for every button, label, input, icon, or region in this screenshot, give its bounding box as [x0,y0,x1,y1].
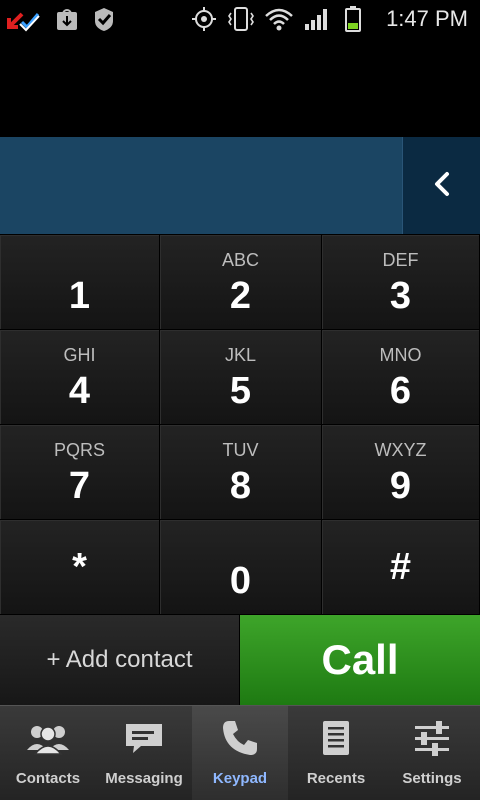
task-check-icon [90,6,118,32]
key-letters: JKL [224,345,257,365]
key-letters: PQRS [53,440,105,460]
key-digit: * [72,546,87,588]
gps-icon [190,6,218,32]
contacts-icon [24,718,72,758]
add-contact-button[interactable]: + Add contact [0,615,240,705]
tab-label: Recents [306,770,366,787]
tab-label: Contacts [15,770,81,787]
recents-list-icon [312,718,360,758]
key-8[interactable]: TUV 8 [160,425,322,520]
phone-icon [216,718,264,758]
tab-label: Messaging [105,770,183,787]
status-bar: 1:47 PM [0,0,480,38]
signal-icon [302,6,332,32]
messaging-icon [120,718,168,758]
key-digit: 2 [229,275,252,317]
tab-bar: Contacts Messaging Keypad Recents Settin… [0,705,480,800]
key-letters: GHI [63,345,96,365]
vibrate-icon [226,6,256,32]
status-time: 1:47 PM [386,6,468,31]
key-5[interactable]: JKL 5 [160,330,322,425]
key-2[interactable]: ABC 2 [160,235,322,330]
sync-alert-icon [4,6,44,32]
battery-icon [342,6,364,32]
call-button[interactable]: Call [240,615,480,705]
backspace-chevron-icon [430,170,454,202]
key-9[interactable]: WXYZ 9 [322,425,480,520]
key-0[interactable]: 0 [160,520,322,615]
key-digit: 1 [68,275,91,317]
backspace-button[interactable] [402,137,480,234]
tab-messaging[interactable]: Messaging [96,706,192,800]
key-digit: 8 [229,465,252,507]
key-6[interactable]: MNO 6 [322,330,480,425]
settings-sliders-icon [408,718,456,758]
key-letters: ABC [221,250,259,270]
download-store-icon [54,6,80,32]
tab-settings[interactable]: Settings [384,706,480,800]
key-digit: # [389,546,412,588]
action-row: + Add contact Call [0,615,480,705]
key-hash[interactable]: # [322,520,480,615]
tab-keypad[interactable]: Keypad [192,706,288,800]
key-star[interactable]: * [0,520,160,615]
tab-contacts[interactable]: Contacts [0,706,96,800]
key-3[interactable]: DEF 3 [322,235,480,330]
key-letters: TUV [222,440,259,460]
key-7[interactable]: PQRS 7 [0,425,160,520]
key-digit: 9 [389,465,412,507]
tab-label: Settings [402,770,462,787]
key-4[interactable]: GHI 4 [0,330,160,425]
key-digit: 5 [229,370,252,412]
key-digit: 7 [68,465,91,507]
key-digit: 6 [389,370,412,412]
keypad: 1 ABC 2 DEF 3 GHI 4 JKL 5 MNO 6 PQRS 7 T… [0,235,480,615]
key-1[interactable]: 1 [0,235,160,330]
key-digit: 0 [229,560,252,602]
tab-label: Keypad [212,770,268,787]
key-letters: DEF [382,250,419,270]
key-digit: 4 [68,370,91,412]
tab-recents[interactable]: Recents [288,706,384,800]
dial-display [0,137,480,234]
wifi-icon [264,6,294,32]
key-letters: MNO [379,345,422,365]
key-digit: 3 [389,275,412,317]
key-letters: WXYZ [374,440,427,460]
